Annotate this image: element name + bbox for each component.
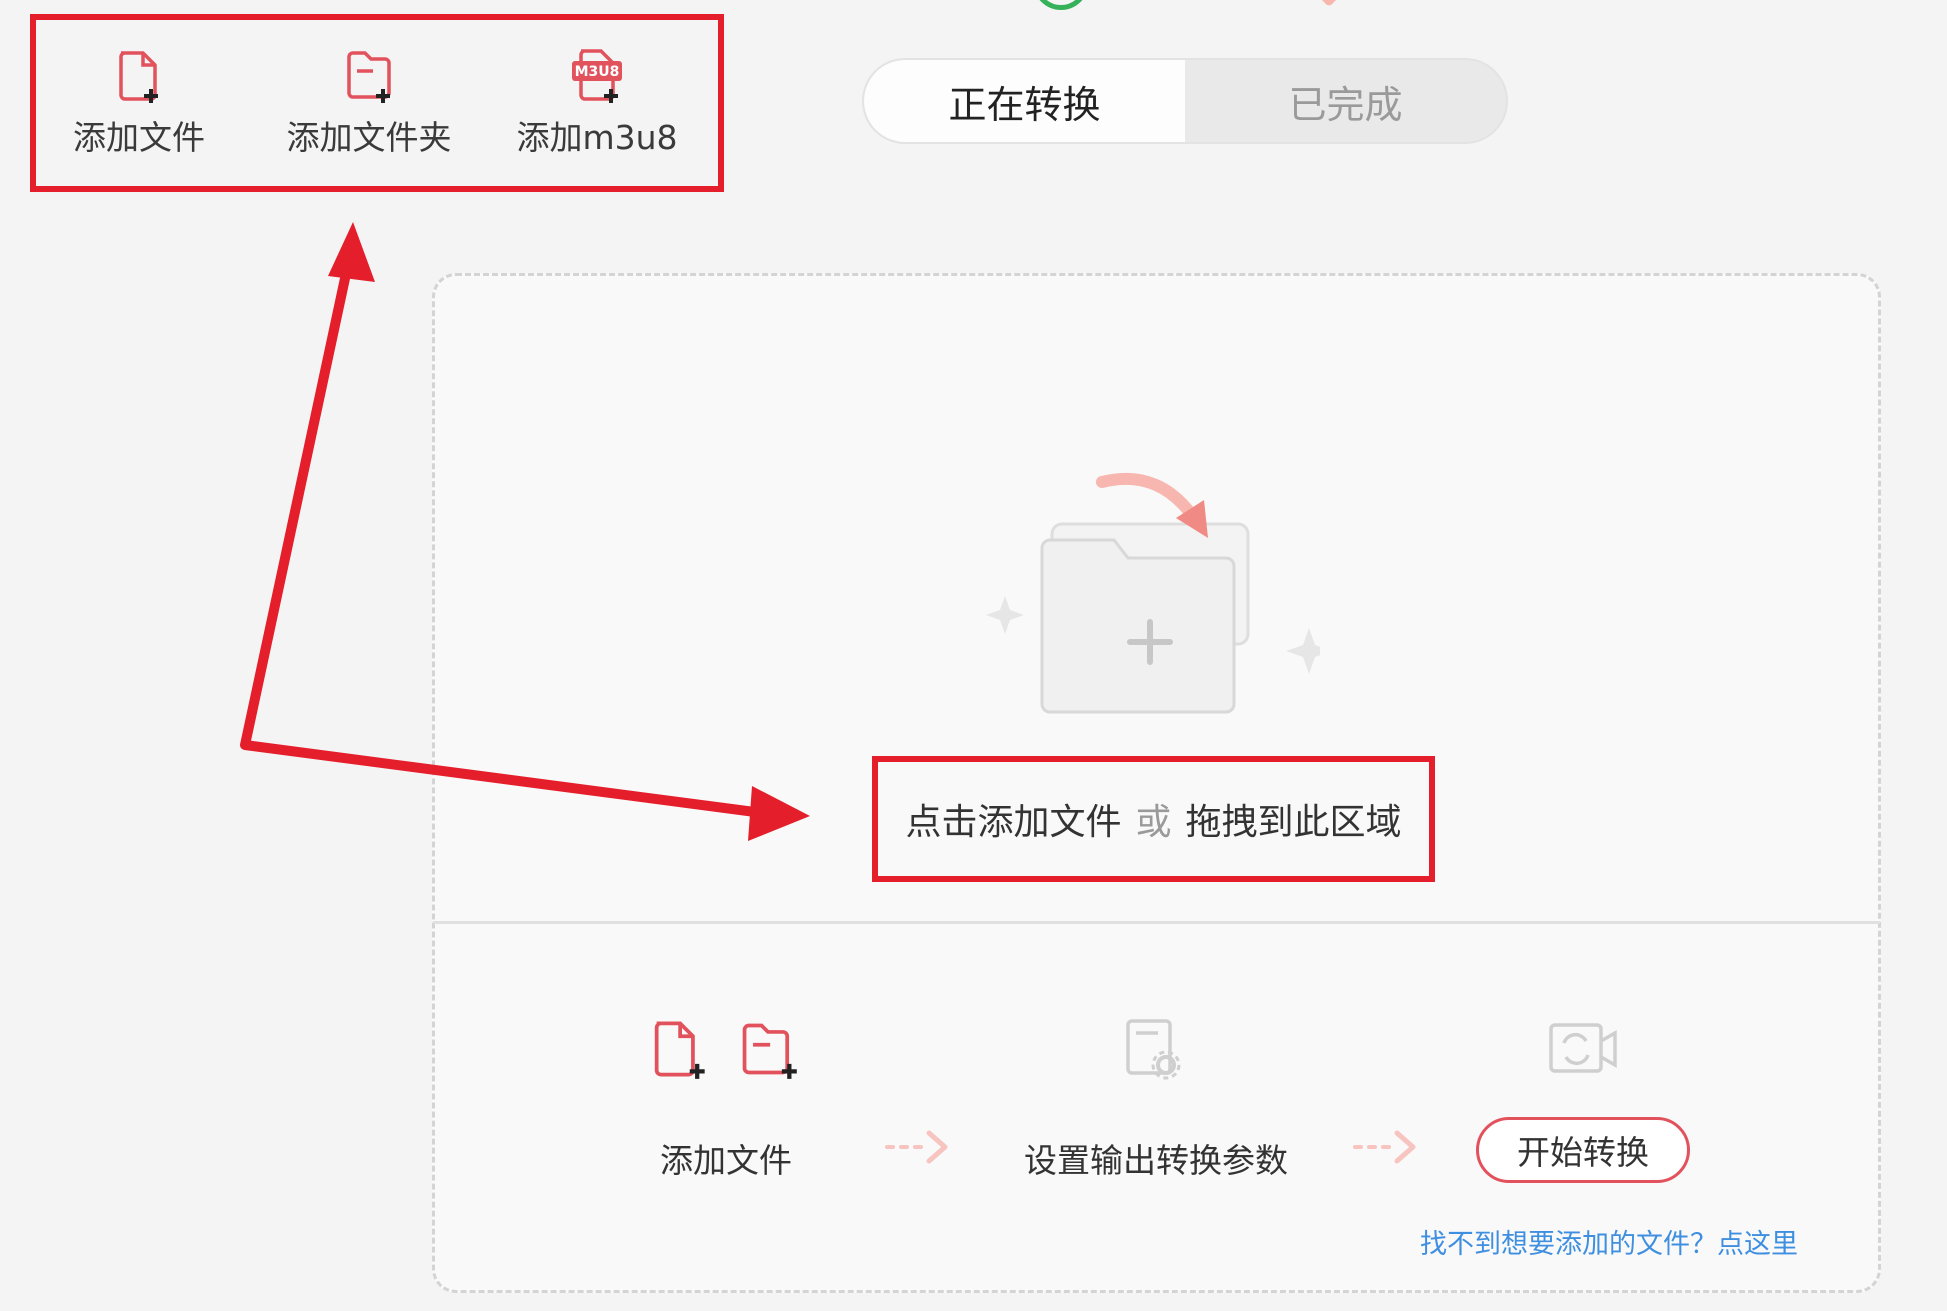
drop-hint-click-text: 点击添加文件 bbox=[905, 802, 1122, 843]
status-tabs: 正在转换 已完成 bbox=[862, 58, 1508, 144]
tab-converting[interactable]: 正在转换 bbox=[864, 60, 1185, 142]
drop-hint-drag-text: 拖拽到此区域 bbox=[1185, 802, 1402, 843]
drop-hint-or-text: 或 bbox=[1135, 802, 1172, 843]
step-convert-video-icon bbox=[1549, 1023, 1617, 1073]
partial-decoration-icon bbox=[1304, 0, 1354, 8]
step-add-folder-icon bbox=[742, 1023, 797, 1079]
step-arrow-icon bbox=[1353, 1130, 1416, 1164]
tab-completed[interactable]: 已完成 bbox=[1185, 60, 1506, 142]
step-settings-label: 设置输出转换参数 bbox=[1024, 1141, 1288, 1180]
help-link[interactable]: 找不到想要添加的文件？点这里 bbox=[1420, 1222, 1798, 1261]
step-add-file-label: 添加文件 bbox=[660, 1141, 792, 1180]
drop-hint[interactable]: 点击添加文件 或 拖拽到此区域 bbox=[872, 756, 1435, 882]
step-arrow-icon bbox=[885, 1130, 948, 1164]
start-conversion-button[interactable]: 开始转换 bbox=[1476, 1117, 1690, 1183]
folder-drop-illustration[interactable] bbox=[970, 460, 1320, 720]
annotation-arrowhead-up bbox=[328, 222, 375, 282]
toolbar-highlight-frame bbox=[30, 14, 724, 192]
drop-zone-divider bbox=[433, 921, 1880, 924]
step-add-file-icon bbox=[654, 1021, 705, 1079]
step-settings-icon bbox=[1126, 1019, 1181, 1080]
partial-logo-icon bbox=[1033, 0, 1089, 10]
